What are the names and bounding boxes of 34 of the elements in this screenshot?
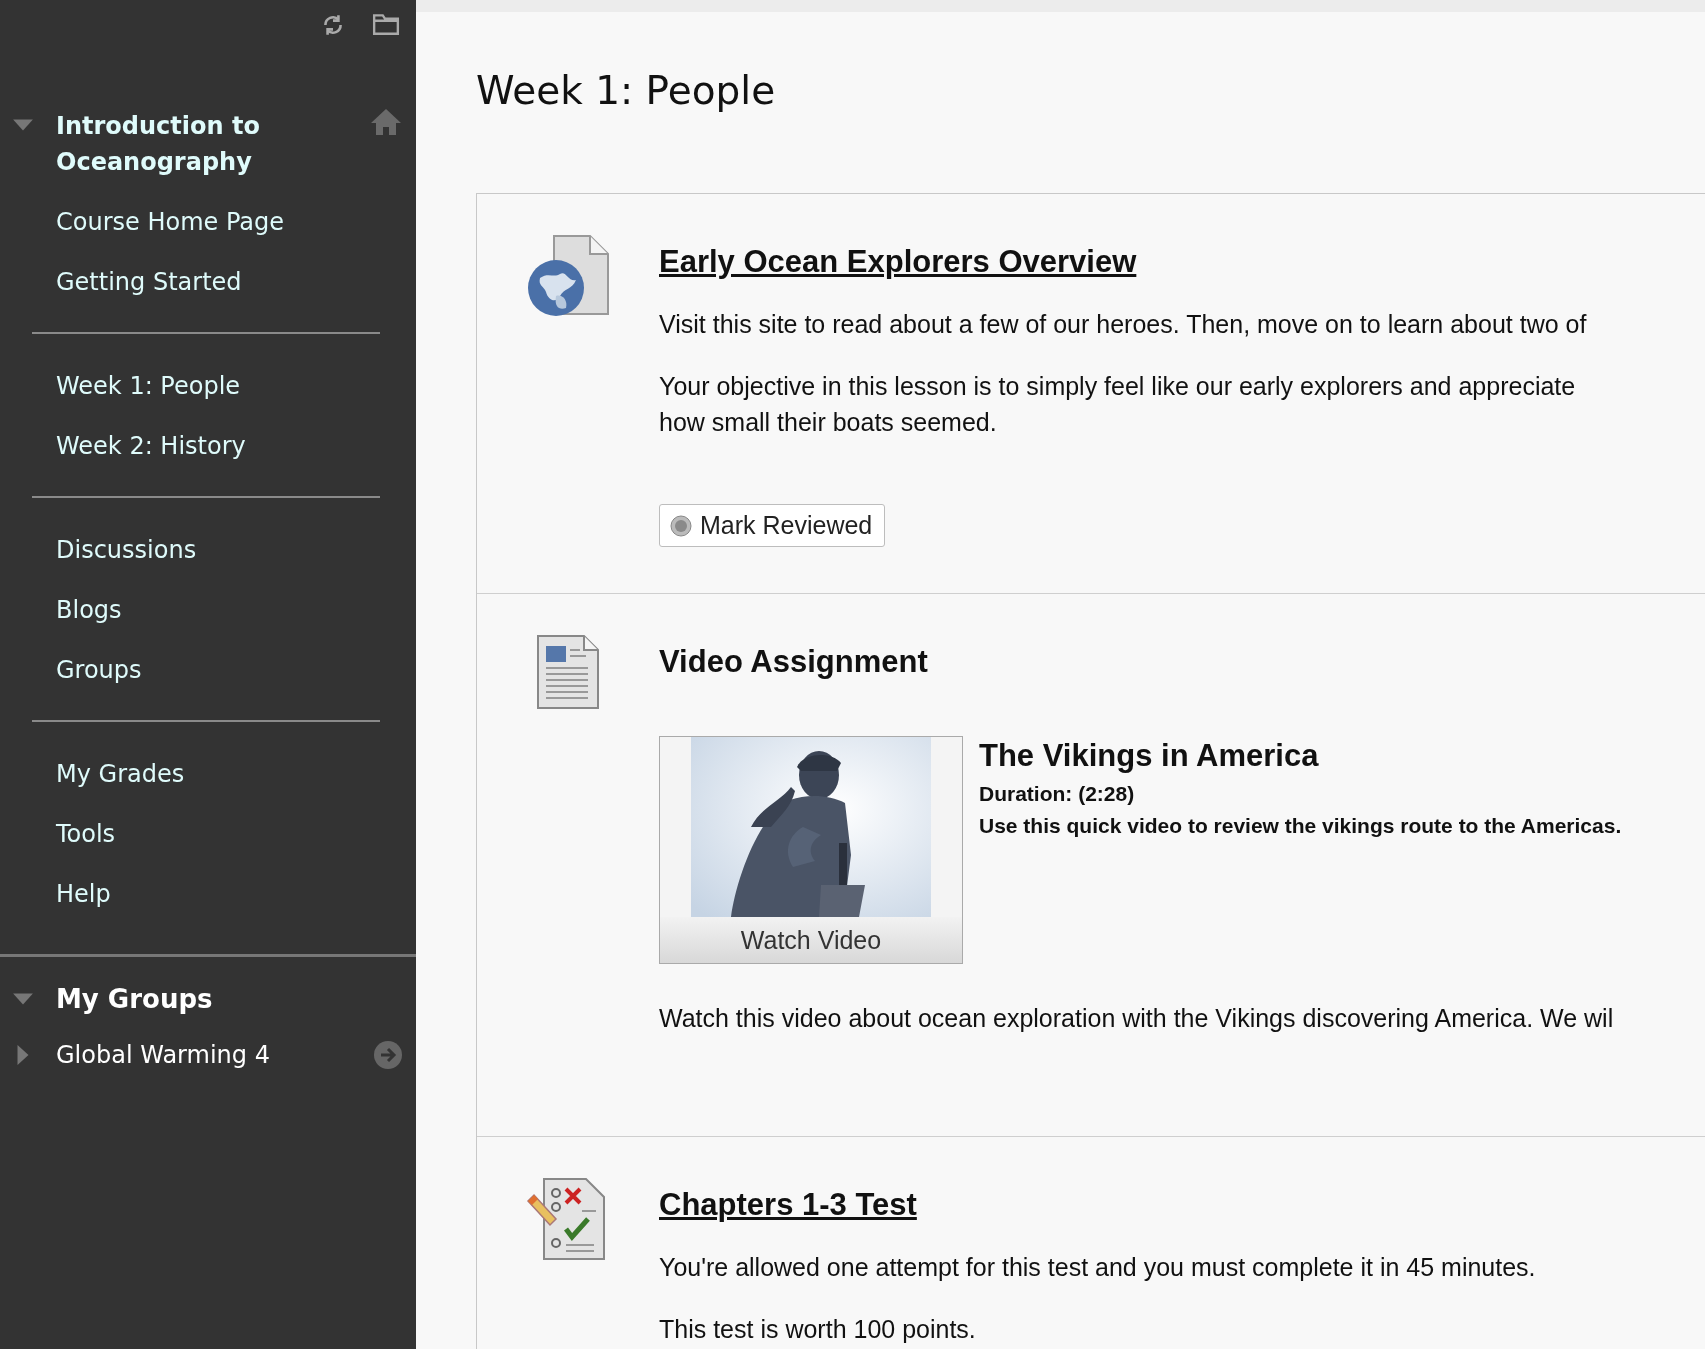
home-icon[interactable] (370, 108, 402, 136)
menu-item[interactable]: Groups (32, 640, 380, 700)
status-icon (670, 514, 692, 537)
menu-item[interactable]: Week 2: History (32, 416, 380, 476)
menu-item[interactable]: Week 1: People (32, 356, 380, 416)
menu-item[interactable]: Blogs (32, 580, 380, 640)
group-item[interactable]: Global Warming 4 (56, 1035, 374, 1075)
menu-item[interactable]: Tools (32, 804, 380, 864)
arrow-circle-icon[interactable] (374, 1041, 402, 1069)
description-text: You're allowed one attempt for this test and you must complete it in 45 minutes. (659, 1252, 1537, 1283)
description-text: Visit this site to read about a few of our heroes. Then, move on to learn about two of (659, 309, 1588, 340)
item-title-link[interactable]: Early Ocean Explorers Overview (659, 244, 1705, 280)
menu-item[interactable]: Help (32, 864, 380, 924)
menu-item[interactable]: Discussions (32, 520, 380, 580)
mark-reviewed-button[interactable]: Mark Reviewed (659, 504, 886, 547)
document-icon (536, 634, 600, 710)
description-text: Watch this video about ocean exploration with the Vikings discovering America. We wil (659, 1003, 1615, 1034)
video-description: Use this quick video to review the vikings route to the Americas. (979, 814, 1622, 838)
folder-icon[interactable] (372, 12, 400, 36)
description-text: This test is worth 100 points. (659, 1314, 977, 1345)
menu-item[interactable]: Getting Started (32, 252, 380, 312)
menu-item[interactable]: My Grades (32, 744, 380, 804)
page-title: Week 1: People (476, 68, 777, 113)
video-card[interactable]: Watch Video (659, 736, 963, 964)
course-title[interactable]: Introduction to Oceanography (56, 108, 370, 180)
item-title-link[interactable]: Chapters 1-3 Test (659, 1187, 1705, 1223)
video-duration: Duration: (2:28) (979, 782, 1136, 806)
menu-item[interactable]: Course Home Page (32, 192, 380, 252)
section-title: My Groups (56, 983, 213, 1016)
description-text: Your objective in this lesson is to simply feel like our early explorers and appreciate how small their boats seemed. (659, 371, 1577, 438)
video-title: The Vikings in America (979, 738, 1320, 774)
watch-video-button[interactable]: Watch Video (660, 917, 962, 963)
item-title: Video Assignment (659, 644, 929, 680)
web-page-icon (526, 234, 610, 318)
